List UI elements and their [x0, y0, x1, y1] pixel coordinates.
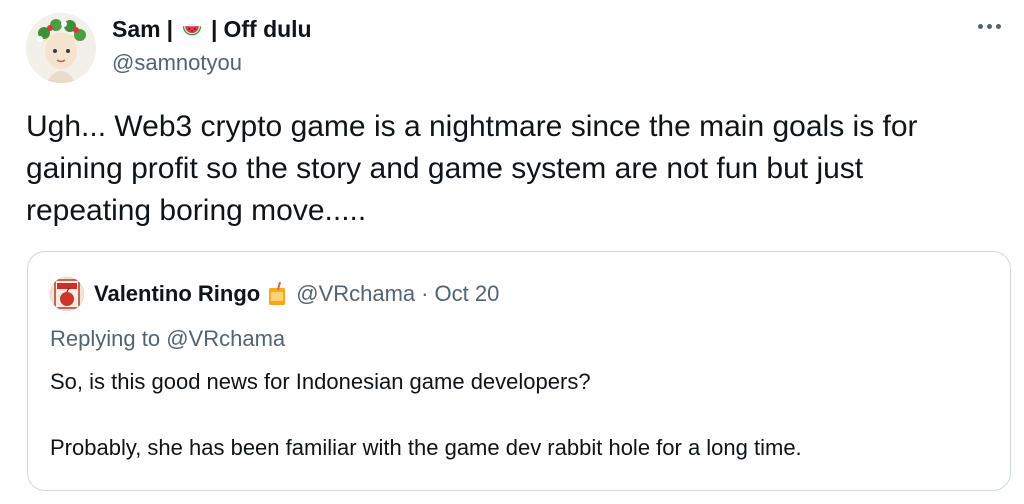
quoted-tweet-header: Valentino Ringo @VRchama · Oct 20 [50, 274, 499, 314]
more-icon-dot [986, 23, 992, 29]
quoted-paragraph: Probably, she has been familiar with the… [50, 435, 802, 460]
more-icon-dot [995, 23, 1001, 29]
avatar-image [26, 13, 96, 83]
name-separator: | [166, 15, 174, 42]
quoted-author-avatar[interactable] [50, 277, 84, 311]
watermelon-icon [182, 26, 202, 36]
quoted-paragraph: So, is this good news for Indonesian gam… [50, 369, 591, 394]
more-icon [977, 23, 983, 29]
replying-handle-link[interactable]: @VRchama [166, 326, 285, 351]
author-avatar[interactable] [26, 13, 96, 83]
quoted-tweet-date[interactable]: Oct 20 [435, 281, 500, 307]
quoted-tweet-text: So, is this good news for Indonesian gam… [50, 365, 802, 464]
author-info: Sam | | Off dulu @samnotyou [112, 14, 312, 76]
tweet-line: repeating boring move..... [26, 194, 367, 227]
author-name-part1: Sam [112, 15, 161, 42]
tweet-line: gaining profit so the story and game sys… [26, 152, 864, 185]
quoted-tweet-card[interactable]: Valentino Ringo @VRchama · Oct 20 Replyi… [27, 251, 1011, 491]
author-display-name[interactable]: Sam | | Off dulu [112, 14, 312, 44]
tweet-line: Ugh... Web3 crypto game is a nightmare s… [26, 110, 918, 143]
ringo-avatar-image [50, 277, 84, 311]
separator-dot: · [421, 281, 429, 306]
replying-to: Replying to @VRchama [50, 326, 285, 352]
more-options-button[interactable] [972, 16, 1006, 36]
quoted-author-name[interactable]: Valentino Ringo [94, 281, 260, 307]
tweet-text: Ugh... Web3 crypto game is a nightmare s… [26, 106, 986, 232]
author-handle[interactable]: @samnotyou [112, 50, 312, 76]
name-separator: | [211, 15, 218, 42]
juice-box-icon [269, 281, 286, 305]
author-name-part2: Off dulu [223, 15, 312, 42]
replying-prefix: Replying to [50, 326, 161, 351]
quoted-author-handle[interactable]: @VRchama [296, 281, 415, 307]
